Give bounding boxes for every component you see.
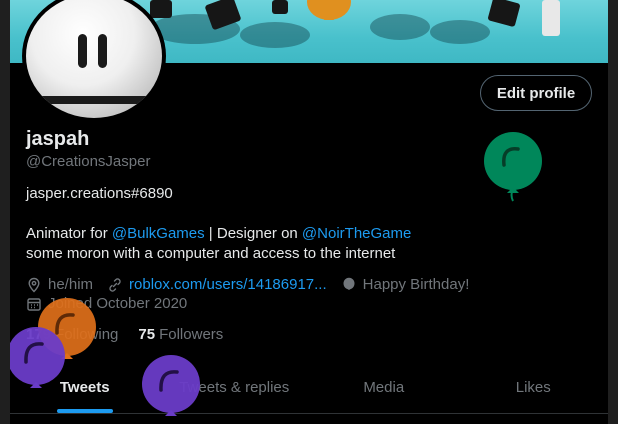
banner-figure: [542, 0, 560, 36]
profile-meta: he/him roblox.com/users/14186917... Happ…: [26, 276, 483, 293]
mention-noirthegame-link[interactable]: @NoirTheGame: [302, 225, 411, 242]
location-pin-icon: [28, 277, 40, 292]
banner-figure: [272, 0, 288, 14]
active-tab-indicator: [56, 409, 113, 413]
avatar-eye: [78, 34, 87, 68]
pronouns-text: he/him: [48, 276, 94, 293]
left-gutter: [0, 0, 10, 424]
pronouns-item: he/him: [26, 276, 93, 293]
profile-bio: jasper.creations#6890 Animator for @Bulk…: [26, 184, 411, 264]
user-handle: @CreationsJasper: [26, 153, 151, 170]
avatar-face: [26, 0, 162, 118]
balloon-icon: [343, 277, 355, 290]
website-item[interactable]: roblox.com/users/14186917...: [107, 276, 327, 293]
banner-shadow: [240, 22, 310, 48]
banner-figure: [150, 0, 172, 18]
bio-spacer: [26, 204, 411, 224]
mention-bulkgames-link[interactable]: @BulkGames: [112, 225, 205, 242]
followers-count: 75: [138, 326, 156, 343]
followers-label: Followers: [159, 326, 224, 343]
balloon-purple-icon: [142, 355, 200, 416]
birthday-item: Happy Birthday!: [341, 276, 470, 293]
banner-figure: [487, 0, 521, 28]
website-link[interactable]: roblox.com/users/14186917...: [129, 276, 327, 293]
balloon-orange-icon: [307, 0, 351, 20]
right-gutter: [608, 0, 618, 424]
tab-label: Likes: [515, 379, 551, 396]
profile-avatar[interactable]: [22, 0, 166, 122]
balloon-green-icon: [484, 132, 542, 202]
bio-line-tagline: some moron with a computer and access to…: [26, 245, 396, 262]
birthday-text: Happy Birthday!: [362, 276, 470, 293]
tab-likes[interactable]: Likes: [459, 362, 609, 413]
tab-label: Tweets: [59, 379, 110, 396]
tab-media[interactable]: Media: [309, 362, 459, 413]
banner-shadow: [430, 20, 490, 44]
followers-link[interactable]: 75 Followers: [138, 326, 223, 343]
profile-tabs: Tweets Tweets & replies Media Likes: [10, 362, 608, 414]
bio-line-roles: Animator for @BulkGames | Designer on @N…: [26, 224, 411, 244]
bio-text: Animator for: [26, 225, 112, 242]
avatar-eye: [98, 34, 107, 68]
balloon-purple-icon: [10, 327, 65, 388]
banner-shadow: [370, 14, 430, 40]
tab-label: Media: [363, 379, 405, 396]
avatar-band: [26, 96, 162, 104]
bio-text: | Designer on: [204, 225, 302, 242]
display-name: jaspah: [26, 128, 90, 150]
edit-profile-button[interactable]: Edit profile: [480, 75, 592, 111]
profile-page: Edit profile jaspah @CreationsJasper jas…: [10, 0, 608, 424]
link-icon: [109, 277, 121, 292]
bio-line-discord: jasper.creations#6890: [26, 185, 173, 202]
